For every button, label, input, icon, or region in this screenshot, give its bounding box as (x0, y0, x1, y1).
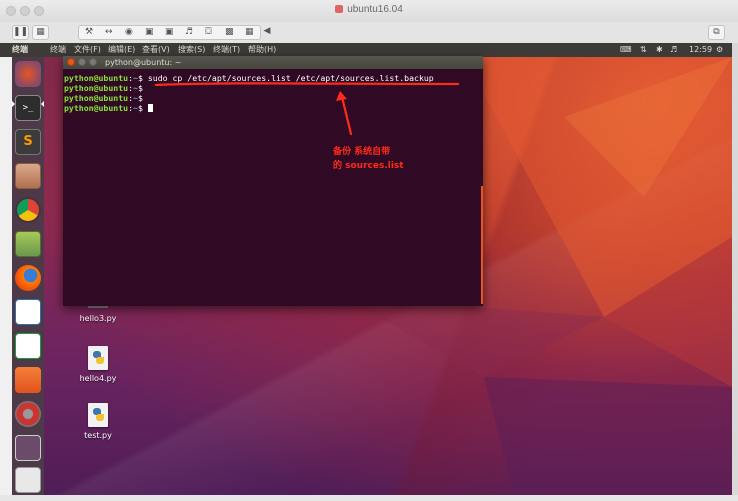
annotation-arrow-shaft (340, 95, 353, 136)
command-underline (154, 82, 460, 87)
annotation-text: 备份 系统自带 的 sources.list (333, 145, 404, 173)
annotation-line-2: 的 sources.list (333, 161, 404, 171)
right-shade (732, 43, 738, 501)
annotation-arrow-head (336, 91, 347, 101)
annotation-overlay (154, 82, 460, 136)
annotation-line-1: 备份 系统自带 (333, 147, 391, 157)
bottom-shade (0, 495, 738, 501)
